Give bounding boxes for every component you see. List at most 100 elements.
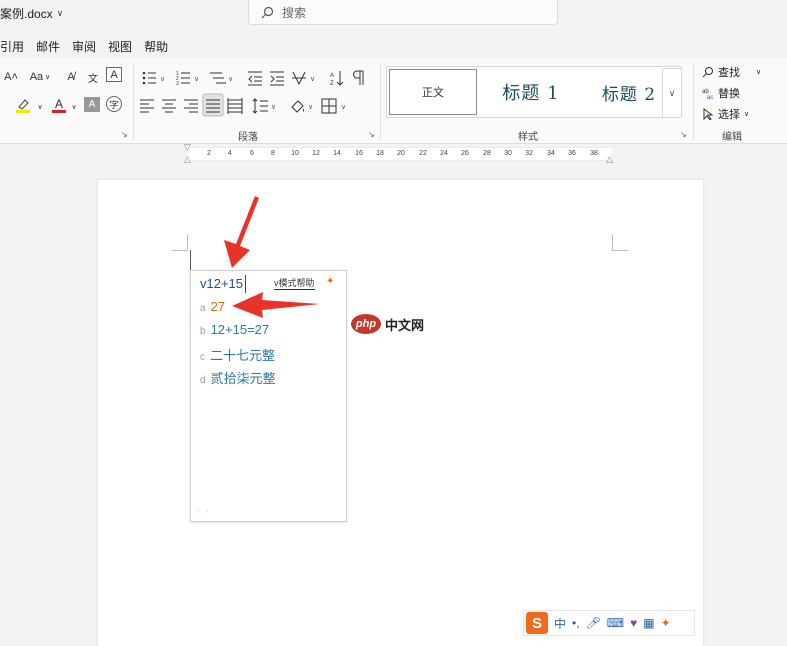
- menu-item-mailings[interactable]: 邮件: [36, 38, 68, 55]
- right-indent-marker[interactable]: △: [606, 155, 613, 164]
- search-box[interactable]: 搜索: [248, 0, 558, 25]
- line-spacing-icon: [252, 98, 268, 114]
- svg-text:∨: ∨: [310, 76, 315, 83]
- highlight-icon[interactable]: [14, 95, 32, 115]
- ribbon: A˄ Aa ∨ A̸ 文 A ∨ A ∨ A 字 ↘ ∨ 123 ∨ ∨ ∨ AZ: [0, 58, 787, 144]
- group-label-editing: 编辑: [722, 132, 742, 143]
- document-title-text: 案例.docx: [0, 6, 53, 21]
- select-button[interactable]: 选择 ∨: [702, 106, 749, 122]
- multilevel-list-icon: [210, 72, 226, 84]
- ruler-tick: 22: [419, 150, 427, 157]
- svg-text:3: 3: [176, 81, 179, 87]
- ruler-tick: 2: [207, 150, 211, 157]
- chevron-down-icon: ∨: [756, 69, 762, 76]
- ime-candidate[interactable]: a 27: [200, 299, 225, 314]
- styles-more-button[interactable]: ∨: [662, 68, 682, 118]
- skin-icon[interactable]: ♥: [630, 616, 637, 630]
- font-dialog-launcher-icon[interactable]: ↘: [121, 130, 128, 139]
- group-separator: [133, 64, 134, 140]
- style-heading1[interactable]: 标题 1: [483, 67, 579, 117]
- menu-item-view[interactable]: 视图: [108, 38, 140, 55]
- ime-candidate[interactable]: c 二十七元整: [200, 345, 275, 364]
- document-title[interactable]: 案例.docx ∨: [0, 0, 63, 26]
- ruler-tick: 12: [312, 150, 320, 157]
- more-icon[interactable]: ✦: [661, 616, 671, 630]
- search-icon: [261, 6, 274, 18]
- change-case-label: Aa: [29, 71, 44, 83]
- replace-label: 替换: [718, 88, 740, 100]
- group-label-paragraph: 段落: [238, 132, 258, 143]
- replace-button[interactable]: ab ac 替换: [702, 85, 740, 101]
- search-icon: [702, 67, 713, 78]
- char-shading-icon[interactable]: A: [84, 97, 100, 112]
- menu-item-references[interactable]: 引用: [0, 38, 32, 55]
- margin-corner-mark: [612, 235, 628, 251]
- chevron-down-icon: ∨: [56, 7, 64, 18]
- align-center-icon: [162, 99, 176, 113]
- ime-status-bar: S 中 •, 🎤︎ ⌨ ♥ ▦ ✦: [523, 610, 695, 636]
- ruler-tick: 28: [483, 150, 491, 157]
- highlighter-icon: [16, 99, 30, 113]
- ime-mode-toggle[interactable]: 中: [554, 615, 566, 632]
- hanging-indent-marker[interactable]: △: [184, 155, 191, 164]
- shading-icon: [291, 100, 304, 113]
- chevron-down-icon: ∨: [744, 111, 750, 118]
- ime-caret: [245, 275, 246, 293]
- ime-input-text: v12+15: [200, 276, 244, 291]
- font-color-swatch: [52, 109, 66, 113]
- candidate-key: b: [200, 326, 206, 337]
- keyboard-icon[interactable]: ⌨: [607, 616, 624, 630]
- horizontal-ruler[interactable]: 2 4 6 8 10 12 14 16 18 20 22 24 26 28 30…: [188, 147, 612, 161]
- clear-format-icon[interactable]: A̸: [62, 67, 80, 87]
- change-case-button[interactable]: Aa ∨: [25, 67, 55, 87]
- phonetic-guide-icon[interactable]: 文: [84, 67, 102, 87]
- ime-page-arrows[interactable]: ‹›: [197, 506, 214, 515]
- find-button[interactable]: 查找 ∨: [702, 64, 761, 80]
- font-color-button[interactable]: A: [50, 95, 68, 115]
- punctuation-icon[interactable]: •,: [572, 616, 580, 630]
- svg-text:∨: ∨: [308, 104, 313, 111]
- styles-dialog-launcher-icon[interactable]: ↘: [680, 130, 687, 139]
- chevron-down-icon[interactable]: ∨: [70, 97, 78, 117]
- menu-item-help[interactable]: 帮助: [144, 38, 176, 55]
- menu-item-review[interactable]: 审阅: [72, 38, 104, 55]
- microphone-icon[interactable]: 🎤︎: [586, 616, 601, 630]
- candidate-key: c: [200, 352, 205, 363]
- candidate-text: 27: [210, 299, 226, 314]
- svg-text:A: A: [330, 73, 334, 79]
- svg-text:ac: ac: [707, 95, 713, 99]
- ime-skin-icon[interactable]: ✦: [326, 276, 334, 287]
- ruler-tick: 18: [376, 150, 384, 157]
- ruler-tick: 10: [291, 150, 299, 157]
- bullets-icon: [142, 71, 156, 85]
- ime-candidate[interactable]: b 12+15=27: [200, 322, 269, 337]
- distributed-icon: [227, 98, 243, 114]
- ime-help-link[interactable]: v模式帮助: [274, 278, 315, 290]
- ruler-tick: 20: [397, 150, 405, 157]
- decrease-indent-icon: [248, 71, 262, 86]
- svg-text:∨: ∨: [271, 104, 276, 111]
- char-border-icon[interactable]: A: [106, 67, 122, 82]
- grow-font-button[interactable]: A˄: [2, 67, 20, 87]
- chevron-down-icon[interactable]: ∨: [36, 97, 44, 117]
- numbering-icon: 123: [176, 71, 190, 87]
- sogou-logo-icon[interactable]: S: [526, 612, 548, 634]
- document-page[interactable]: [98, 180, 703, 646]
- show-marks-icon: [353, 70, 364, 85]
- menu-bar: 引用 邮件 审阅 视图 帮助: [0, 36, 180, 56]
- ruler-tick: 6: [250, 150, 254, 157]
- first-line-indent-marker[interactable]: ▽: [184, 143, 191, 152]
- paragraph-dialog-launcher-icon[interactable]: ↘: [368, 130, 375, 139]
- candidate-text: 12+15=27: [210, 322, 270, 337]
- replace-icon: abac: [702, 89, 713, 99]
- ime-candidate[interactable]: d 贰拾柒元整: [200, 368, 276, 387]
- chevron-down-icon: ∨: [45, 74, 51, 81]
- enclosed-char-icon[interactable]: 字: [106, 96, 122, 112]
- ruler-tick: 34: [547, 150, 555, 157]
- toolbox-icon[interactable]: ▦: [643, 616, 654, 630]
- borders-icon: [321, 98, 337, 114]
- group-separator: [380, 64, 381, 140]
- style-normal[interactable]: 正文: [389, 69, 477, 115]
- group-separator: [693, 64, 694, 140]
- ruler-tick: 32: [525, 150, 533, 157]
